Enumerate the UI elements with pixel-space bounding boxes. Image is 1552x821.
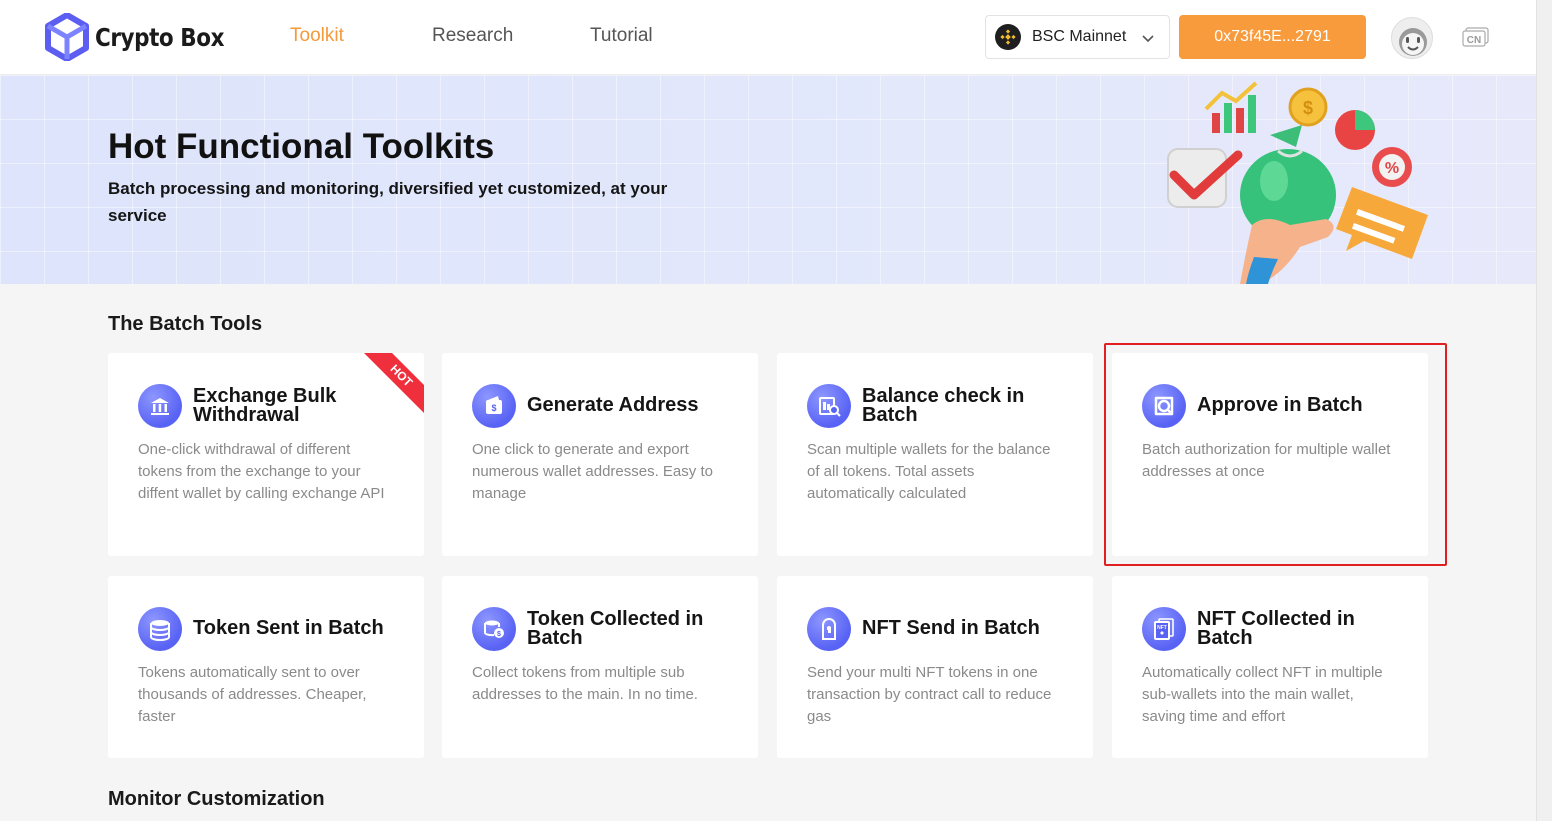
- card-title: Balance check in Batch: [862, 385, 1025, 426]
- svg-text:$: $: [1303, 98, 1313, 118]
- chevron-down-icon: [1142, 35, 1154, 43]
- logo[interactable]: Crypto Box: [45, 13, 245, 61]
- tool-card-token-collected[interactable]: $ Token Collected in Batch Collect token…: [442, 576, 758, 758]
- tool-card-token-sent[interactable]: Token Sent in Batch Tokens automatically…: [108, 576, 424, 758]
- avatar[interactable]: [1391, 17, 1433, 59]
- balance-scan-icon: [807, 384, 851, 428]
- card-title: Generate Address: [527, 394, 699, 416]
- network-label: BSC Mainnet: [1032, 28, 1127, 45]
- svg-text:NFT: NFT: [1157, 625, 1167, 631]
- card-description: Scan multiple wallets for the balance of…: [807, 441, 1051, 502]
- coins-stack-icon: [138, 607, 182, 651]
- card-description: Send your multi NFT tokens in one transa…: [807, 664, 1052, 725]
- card-description: Tokens automatically sent to over thousa…: [138, 664, 367, 725]
- language-label: CN: [1467, 35, 1481, 46]
- highlight-box: [1104, 343, 1447, 566]
- language-switch-icon[interactable]: CN: [1462, 27, 1489, 47]
- tool-card-exchange-bulk-withdrawal[interactable]: Exchange Bulk Withdrawal One-click withd…: [108, 353, 424, 556]
- banner-title: Hot Functional Toolkits: [108, 127, 495, 166]
- card-description: One-click withdrawal of different tokens…: [138, 441, 385, 502]
- tool-card-generate-address[interactable]: $ Generate Address One click to generate…: [442, 353, 758, 556]
- nav-toolkit[interactable]: Toolkit: [290, 25, 344, 47]
- banner-subtitle: Batch processing and monitoring, diversi…: [108, 179, 668, 225]
- logo-text: Crypto Box: [95, 22, 225, 52]
- nft-send-icon: [807, 607, 851, 651]
- card-description: One click to generate and export numerou…: [472, 441, 713, 502]
- card-title: NFT Collected in Batch: [1197, 608, 1355, 649]
- card-title: Token Collected in Batch: [527, 608, 704, 649]
- svg-text:$: $: [497, 631, 501, 638]
- chat-bubble-icon: [1336, 187, 1428, 259]
- svg-text:%: %: [1385, 160, 1399, 177]
- card-title: Token Sent in Batch: [193, 617, 384, 639]
- tool-card-balance-check[interactable]: Balance check in Batch Scan multiple wal…: [777, 353, 1093, 556]
- vertical-scrollbar[interactable]: [1536, 0, 1552, 821]
- network-selector[interactable]: BSC Mainnet: [985, 15, 1170, 59]
- top-navbar: Crypto Box Toolkit Research Tutorial BSC…: [0, 0, 1536, 75]
- nft-collect-icon: NFT: [1142, 607, 1186, 651]
- bank-withdraw-icon: [138, 384, 182, 428]
- nav-tutorial[interactable]: Tutorial: [590, 25, 653, 47]
- card-description: Automatically collect NFT in multiple su…: [1142, 664, 1383, 725]
- checkbox-icon: [1167, 148, 1243, 208]
- tool-card-nft-send[interactable]: NFT Send in Batch Send your multi NFT to…: [777, 576, 1093, 758]
- toolkit-illustration: $ %: [1167, 81, 1428, 284]
- token-collect-icon: $: [472, 607, 516, 651]
- wallet-address-button[interactable]: 0x73f45E...2791: [1179, 15, 1366, 59]
- card-description: Collect tokens from multiple sub address…: [472, 664, 698, 703]
- bnb-chain-icon: [995, 24, 1021, 50]
- hero-banner: Hot Functional Toolkits Batch processing…: [0, 75, 1536, 284]
- nav-research[interactable]: Research: [432, 25, 513, 47]
- monitor-customization-title: Monitor Customization: [108, 788, 325, 810]
- batch-tools-title: The Batch Tools: [108, 313, 263, 335]
- bar-chart-icon: [1204, 81, 1258, 133]
- svg-text:$: $: [491, 403, 496, 413]
- wallet-icon: $: [472, 384, 516, 428]
- crypto-box-logo-icon: [45, 13, 89, 61]
- hot-badge: HOT: [364, 353, 424, 413]
- tool-card-nft-collected[interactable]: NFT NFT Collected in Batch Automatically…: [1112, 576, 1428, 758]
- card-title: NFT Send in Batch: [862, 617, 1040, 639]
